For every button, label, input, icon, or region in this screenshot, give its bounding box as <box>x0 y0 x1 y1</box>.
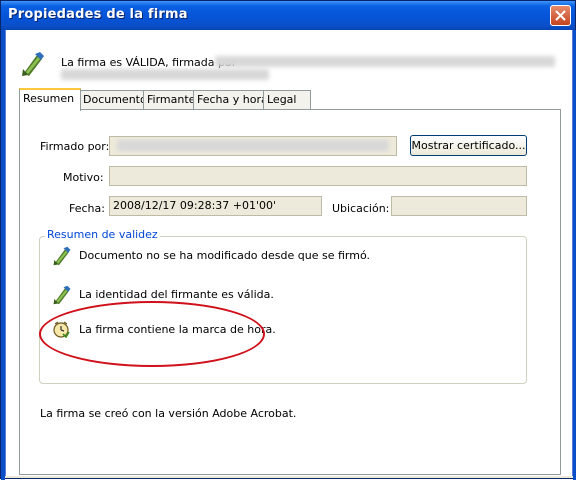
signer-name-redacted <box>61 69 269 80</box>
show-certificate-label: Mostrar certificado... <box>411 139 526 152</box>
tab-resumen[interactable]: Resumen <box>19 88 81 111</box>
highlight-annotation-ellipse <box>39 301 265 367</box>
tab-firmante[interactable]: Firmante <box>143 90 197 109</box>
location-field[interactable] <box>391 196 527 216</box>
tab-label: Documento <box>83 93 147 106</box>
signature-properties-dialog: Propiedades de la firma La firma es VÁLI… <box>0 0 576 480</box>
tab-label: Legal <box>267 93 297 106</box>
tab-documento[interactable]: Documento <box>79 90 147 109</box>
window-title: Propiedades de la firma <box>8 7 188 22</box>
tab-label: Fecha y hora <box>197 93 268 106</box>
pen-check-icon <box>53 246 71 266</box>
date-field[interactable]: 2008/12/17 09:28:37 +01'00' <box>109 196 322 216</box>
validity-item-unmodified: Documento no se ha modificado desde que … <box>79 249 370 262</box>
close-icon <box>555 10 566 21</box>
pen-check-icon <box>22 52 44 76</box>
signed-by-label: Firmado por: <box>40 140 110 153</box>
reason-field[interactable] <box>109 166 527 186</box>
signer-name-redacted <box>117 140 389 151</box>
location-label: Ubicación: <box>332 202 390 215</box>
date-label: Fecha: <box>69 202 105 215</box>
tab-label: Resumen <box>23 92 75 105</box>
validity-summary-title: Resumen de validez <box>45 228 160 241</box>
pen-check-icon <box>53 285 71 305</box>
tab-legal[interactable]: Legal <box>263 90 311 109</box>
reason-label: Motivo: <box>63 171 104 184</box>
show-certificate-button[interactable]: Mostrar certificado... <box>410 135 527 156</box>
close-button[interactable] <box>550 5 571 26</box>
title-bar[interactable]: Propiedades de la firma <box>1 1 575 30</box>
tab-fecha-y-hora[interactable]: Fecha y hora <box>193 90 268 109</box>
validity-item-identity: La identidad del firmante es válida. <box>79 288 274 301</box>
signer-name-redacted <box>215 56 555 67</box>
acrobat-version-note: La firma se creó con la versión Adobe Ac… <box>40 407 297 420</box>
signature-status-text: La firma es VÁLIDA, firmada por <box>61 56 237 69</box>
tab-label: Firmante <box>147 93 196 106</box>
